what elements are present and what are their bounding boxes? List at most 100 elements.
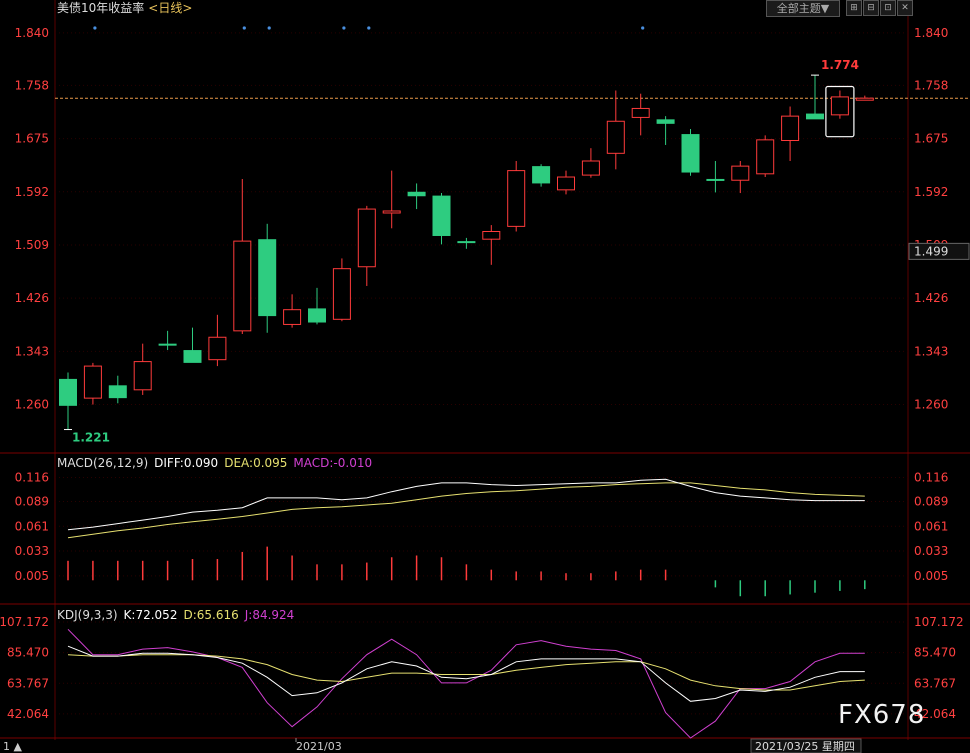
candle-body xyxy=(83,365,102,399)
macd-tick-right: 0.005 xyxy=(914,569,948,583)
price-tick-right: 1.426 xyxy=(914,291,948,305)
x-axis-left-marker: 1 ▲ xyxy=(3,740,22,753)
watermark-logo: FX678 xyxy=(838,700,926,730)
price-tick-left: 1.592 xyxy=(15,185,49,199)
kdj-tick-left: 85.470 xyxy=(7,646,49,660)
candle-body xyxy=(332,268,351,320)
kdj-tick-left: 107.172 xyxy=(0,615,49,629)
macd-diff-label: DIFF:0.090 xyxy=(154,456,219,470)
candle-body xyxy=(133,361,152,391)
candle-body xyxy=(830,96,849,116)
candle-body xyxy=(357,208,376,268)
x-axis-label-month: 2021/03 xyxy=(296,740,342,753)
window-button-1[interactable]: ⊞ xyxy=(846,0,862,16)
candle-body xyxy=(781,115,800,141)
macd-title: MACD(26,12,9) DIFF:0.090 DEA:0.095 MACD:-0.… xyxy=(57,456,378,470)
candle-body xyxy=(706,178,725,181)
price-tick-left: 1.509 xyxy=(15,238,49,252)
candlestick-panel[interactable]: 1.774 1.221 xyxy=(55,26,970,445)
candle-body xyxy=(432,195,451,236)
kdj-d-label: D:65.616 xyxy=(183,608,239,622)
high-price-label: 1.774 xyxy=(821,58,859,72)
candle-body xyxy=(208,336,227,361)
candle-body xyxy=(158,343,177,346)
macd-tick-left: 0.033 xyxy=(15,544,49,558)
event-marker-dot xyxy=(641,26,645,30)
event-marker-dot xyxy=(367,26,371,30)
candle-body xyxy=(681,134,700,173)
chart-title-text: 美债10年收益率 xyxy=(57,1,145,15)
price-tick-left: 1.426 xyxy=(15,291,49,305)
macd-tick-right: 0.033 xyxy=(914,544,948,558)
chart-canvas: 1.774 1.221 1.840 1.840 1.758 1.758 1.675 1.67… xyxy=(0,0,970,753)
candle-body xyxy=(656,119,675,124)
candle-body xyxy=(283,309,302,325)
candle-body xyxy=(407,191,426,197)
macd-tick-left: 0.116 xyxy=(15,471,49,485)
candle-body xyxy=(606,120,625,154)
x-axis-label-date: 2021/03/25 星期四 xyxy=(755,740,855,753)
macd-value-label: MACD:-0.010 xyxy=(293,456,373,470)
candle-body xyxy=(581,160,600,176)
candle-body xyxy=(382,210,401,214)
chart-title: 美债10年收益率 <日线> xyxy=(57,0,192,16)
price-tick-right: 1.675 xyxy=(914,132,948,146)
candle-body xyxy=(108,385,127,399)
candle-body xyxy=(507,170,526,227)
kdj-tick-right: 85.470 xyxy=(914,646,956,660)
candle-body xyxy=(457,241,476,244)
kdj-tick-left: 42.064 xyxy=(7,707,49,721)
candle-body xyxy=(233,240,252,332)
macd-tick-right: 0.089 xyxy=(914,494,948,508)
price-tick-left: 1.675 xyxy=(15,132,49,146)
candle-body xyxy=(308,308,326,323)
window-button-2[interactable]: ⊟ xyxy=(863,0,879,16)
kdj-j-label: J:84.924 xyxy=(244,608,295,622)
candle-body xyxy=(557,176,575,191)
macd-tick-right: 0.061 xyxy=(914,519,948,533)
theme-button[interactable]: 全部主题▼ xyxy=(766,0,840,17)
price-tick-right: 1.592 xyxy=(914,185,948,199)
event-marker-dot xyxy=(267,26,271,30)
kdj-tick-left: 63.767 xyxy=(7,676,49,690)
price-tick-right: 1.840 xyxy=(914,26,948,40)
kdj-title: KDJ(9,3,3) K:72.052 D:65.616 J:84.924 xyxy=(57,608,300,622)
candle-body xyxy=(756,139,775,175)
current-price-label: 1.499 xyxy=(914,244,948,258)
window-button-3[interactable]: ⊡ xyxy=(880,0,896,16)
event-marker-dot xyxy=(342,26,346,30)
candle-body xyxy=(731,165,750,181)
price-tick-left: 1.260 xyxy=(15,398,49,412)
candle-body xyxy=(532,166,551,184)
candle-body xyxy=(806,113,824,120)
candle-body xyxy=(631,107,650,118)
low-price-label: 1.221 xyxy=(72,431,110,445)
candle-body xyxy=(258,239,277,317)
price-tick-right: 1.758 xyxy=(914,78,948,92)
kdj-d-line xyxy=(67,654,865,691)
macd-dea-line xyxy=(67,482,865,539)
candle-body xyxy=(482,231,501,240)
candle-body xyxy=(59,378,77,406)
close-button[interactable]: ✕ xyxy=(897,0,913,16)
price-tick-left: 1.758 xyxy=(15,78,49,92)
macd-tick-left: 0.061 xyxy=(15,519,49,533)
kdj-k-line xyxy=(67,645,865,702)
kdj-tick-right: 107.172 xyxy=(914,615,964,629)
macd-tick-right: 0.116 xyxy=(914,471,948,485)
period-selector[interactable]: <日线> xyxy=(148,1,192,15)
macd-dea-label: DEA:0.095 xyxy=(224,456,288,470)
kdj-tick-right: 63.767 xyxy=(914,676,956,690)
price-tick-right: 1.343 xyxy=(914,344,948,358)
candle-body xyxy=(183,350,202,363)
kdj-label: KDJ(9,3,3) xyxy=(57,608,118,622)
candle-body xyxy=(855,97,874,101)
kdj-k-label: K:72.052 xyxy=(123,608,178,622)
macd-tick-left: 0.005 xyxy=(15,569,49,583)
macd-tick-left: 0.089 xyxy=(15,494,49,508)
macd-label: MACD(26,12,9) xyxy=(57,456,149,470)
macd-panel[interactable] xyxy=(67,478,866,597)
price-tick-left: 1.343 xyxy=(15,344,49,358)
price-tick-right: 1.260 xyxy=(914,398,948,412)
event-marker-dot xyxy=(242,26,246,30)
